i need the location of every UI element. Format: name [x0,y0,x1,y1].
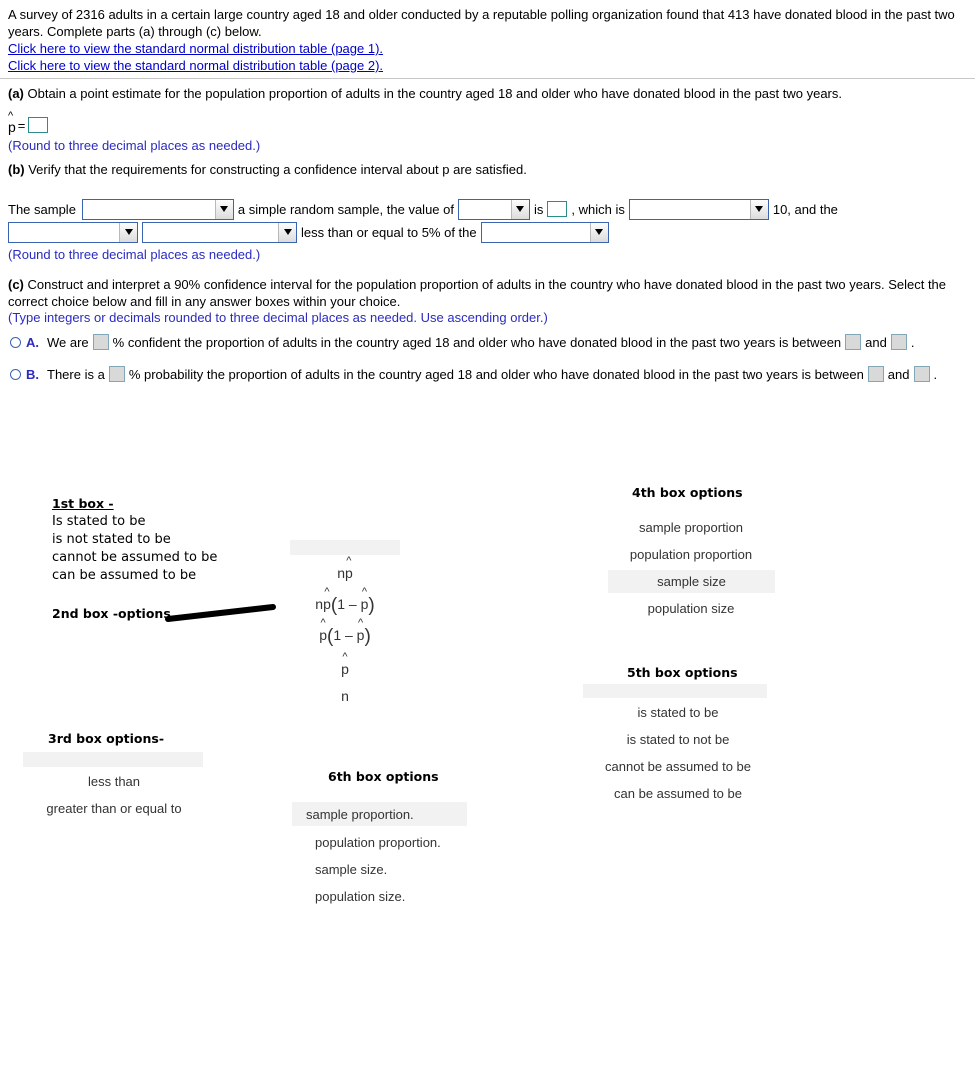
handdrawn-pointer-line-icon [165,604,276,622]
choice-b-text-4: . [933,366,938,382]
section-divider [0,78,975,79]
choice-a-row[interactable]: A. We are % confident the proportion of … [10,334,915,350]
dropdown-2-value-of[interactable] [457,198,530,220]
part-a-prompt: (a) Obtain a point estimate for the popu… [8,85,958,102]
dropdown-5-option-can-be-assumed[interactable]: can be assumed to be [614,786,742,801]
radio-choice-a[interactable] [10,336,21,348]
dropdown-2-option-phat-1-minus-phat[interactable]: ^ p(1 – ^ p) [319,618,371,648]
choice-a-text-4: . [910,334,915,350]
choice-a-text-2: % confident the proportion of adults in … [112,334,842,350]
annotation-1st-box-option-2: cannot be assumed to be [52,550,218,565]
chevron-down-icon [278,222,296,242]
dropdown-2-option-n[interactable]: n [341,688,349,704]
dropdown-2-option-phat[interactable]: ^ p [341,652,349,678]
choice-b-text-1: There is a [47,366,105,382]
choice-a-text-1: We are [47,334,89,350]
annotation-2nd-box-title-rest: options [118,606,171,621]
choice-a-lower-bound-input[interactable] [845,334,862,350]
dropdown-4-sample-size[interactable] [8,221,138,243]
part-a-text: Obtain a point estimate for the populati… [23,86,843,101]
dropdown-3-comparison[interactable] [628,198,769,220]
annotation-1st-box-option-3: can be assumed to be [52,568,197,583]
annotation-4th-box-title: 4th box options [632,485,743,500]
annotation-3rd-box-title: 3rd box options- [48,731,165,746]
part-b-line-2: less than or equal to 5% of the [8,221,609,243]
the-sample-text: The sample [8,201,76,217]
dropdown-6-population[interactable] [480,221,609,243]
chevron-down-icon [119,222,137,242]
choice-a-upper-bound-input[interactable] [890,334,907,350]
p-hat-input[interactable] [28,117,49,133]
np-value-input[interactable] [547,201,568,217]
dropdown-5-highlighted-row[interactable] [583,684,767,698]
part-a-rounding-note: (Round to three decimal places as needed… [8,138,261,153]
dropdown-5-option-cannot-be-assumed[interactable]: cannot be assumed to be [605,759,751,774]
dropdown-2-highlighted-row[interactable] [290,540,400,555]
choice-b-lower-bound-input[interactable] [867,366,884,382]
dropdown-3-highlighted-row[interactable] [23,752,203,767]
dropdown-5-option-is-stated-to-not-be[interactable]: is stated to not be [627,732,730,747]
less-than-5pct-text: less than or equal to 5% of the [301,224,477,240]
chevron-down-icon [749,199,768,219]
dropdown-6-option-population-size[interactable]: population size. [315,889,405,904]
part-b-label: (b) [8,162,25,177]
choice-a-letter: A. [26,334,39,350]
normal-table-page1-link[interactable]: Click here to view the standard normal d… [8,40,383,57]
choice-a-confidence-input[interactable] [92,334,109,350]
part-c-prompt: (c) Construct and interpret a 90% confid… [8,276,960,310]
dropdown-5-option-is-stated-to-be[interactable]: is stated to be [638,705,719,720]
dropdown-4-option-sample-proportion[interactable]: sample proportion [639,520,743,535]
choice-b-probability-input[interactable] [108,366,125,382]
dropdown-4-option-population-size[interactable]: population size [648,601,735,616]
annotation-2nd-box-title-bold: 2nd box - [52,606,119,621]
annotation-6th-box-title: 6th box options [328,769,439,784]
radio-choice-b[interactable] [10,368,21,380]
phat-answer-row: ^ p = [8,111,49,136]
ten-and-the-text: 10, and the [772,201,838,217]
part-b-rounding-note: (Round to three decimal places as needed… [8,247,261,262]
chevron-down-icon [589,222,608,242]
dropdown-4-option-population-proportion[interactable]: population proportion [630,547,752,562]
choice-b-text-3: and [887,366,910,382]
annotation-5th-box-title: 5th box options [627,665,738,680]
dropdown-6-option-sample-size[interactable]: sample size. [315,862,387,877]
dropdown-5-assumption[interactable] [142,221,297,243]
part-c-label: (c) [8,277,24,292]
dropdown-2-option-n-phat-1-minus-phat[interactable]: n ^ p(1 – ^ p) [315,587,374,617]
hat-accent-icon: ^ [8,110,14,122]
dropdown-6-option-sample-proportion[interactable]: sample proportion. [292,802,467,826]
annotation-1st-box-option-0: Is stated to be [52,514,146,529]
choice-b-row[interactable]: B. There is a % probability the proporti… [10,366,937,382]
choice-b-text-2: % probability the proportion of adults i… [128,366,864,382]
problem-stem-text: A survey of 2316 adults in a certain lar… [8,7,955,39]
choice-a-text-3: and [865,334,887,350]
annotation-1st-box-title: 1st box - [52,496,114,511]
part-b-prompt: (b) Verify that the requirements for con… [8,161,958,178]
choice-b-letter: B. [26,366,39,382]
dropdown-3-option-less-than[interactable]: less than [88,774,140,789]
dropdown-3-option-greater-or-equal[interactable]: greater than or equal to [46,801,181,816]
dropdown-2-option-n-phat[interactable]: n ^ p [337,556,353,582]
part-a-label: (a) [8,86,24,101]
part-c-text: Construct and interpret a 90% confidence… [8,277,947,309]
normal-table-page2-link[interactable]: Click here to view the standard normal d… [8,57,383,74]
problem-statement: A survey of 2316 adults in a certain lar… [8,6,966,74]
part-c-typing-note: (Type integers or decimals rounded to th… [8,310,548,325]
annotation-2nd-box-title: 2nd box -options [52,606,171,621]
dropdown-6-option-population-proportion[interactable]: population proportion. [315,835,441,850]
part-b-line-1: The sample a simple random sample, the v… [8,198,842,220]
chevron-down-icon [214,199,233,219]
equals-sign: = [17,117,26,133]
p-hat-symbol: ^ p [8,111,16,135]
dropdown-4-option-sample-size[interactable]: sample size [608,570,775,593]
annotation-1st-box-option-1: is not stated to be [52,532,171,547]
choice-b-upper-bound-input[interactable] [913,366,930,382]
dropdown-1-sample-srs[interactable] [81,198,234,220]
is-text: is [533,201,544,217]
srs-text: a simple random sample, the value of [237,201,454,217]
which-is-text: , which is [571,201,625,217]
chevron-down-icon [510,199,529,219]
part-b-text: Verify that the requirements for constru… [24,162,527,177]
